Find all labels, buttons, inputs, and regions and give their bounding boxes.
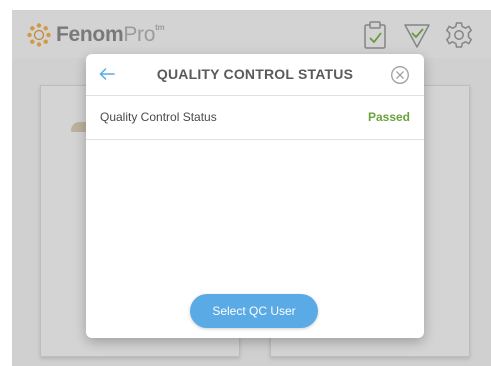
qc-status-value: Passed — [367, 110, 410, 124]
modal-title: QUALITY CONTROL STATUS — [156, 66, 354, 82]
select-qc-user-button[interactable]: Select QC User — [190, 294, 318, 328]
qc-status-label: Quality Control Status — [100, 110, 217, 124]
qc-status-row: Quality Control Status Passed — [86, 96, 424, 140]
quality-control-modal: QUALITY CONTROL STATUS Quality Control S… — [86, 54, 424, 338]
close-circle-icon[interactable] — [390, 65, 410, 85]
modal-header: QUALITY CONTROL STATUS — [86, 54, 424, 96]
